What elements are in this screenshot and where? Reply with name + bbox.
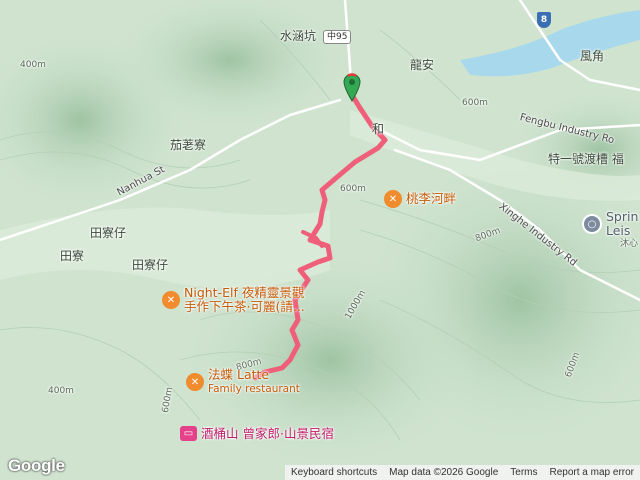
route-shield: 中95 [323,30,352,44]
contour-label: 600m [340,184,366,194]
poi-fadie-line1: 法蝶 Latte [208,367,270,382]
poi-nightelf[interactable]: ✕ Night-Elf 夜精靈景觀 手作下午茶·可麗(請... [162,286,305,314]
poi-nightelf-line1: Night-Elf 夜精靈景觀 [184,285,305,300]
place-he: 和 [372,122,385,136]
poi-taoli-label: 桃李河畔 [406,191,457,206]
terms-link[interactable]: Terms [504,467,543,478]
poi-jiutong[interactable]: ▭ 酒桶山 曾家郎·山景民宿 [180,426,334,441]
contour-label: 600m [462,98,488,108]
place-xinxin: 沐心 [620,239,639,249]
poi-spring-line1: Sprin [606,209,639,224]
poi-nightelf-line2: 手作下午茶·可麗(請... [184,299,305,314]
map-footer: Keyboard shortcuts Map data ©2026 Google… [284,465,640,480]
place-longan: 龍安 [410,58,435,72]
poi-spring[interactable]: ○ Sprin Leis [582,210,638,238]
poi-fadie[interactable]: ✕ 法蝶 Latte Family restaurant [186,368,300,396]
keyboard-shortcuts-link[interactable]: Keyboard shortcuts [285,467,383,478]
place-tianliao: 田寮 [60,249,85,263]
poi-taoli[interactable]: ✕ 桃李河畔 [384,190,456,208]
map-data-attribution: Map data ©2026 Google [389,467,499,478]
lodging-icon: ▭ [180,426,197,441]
place-te-yihao: 特一號渡槽 福 [548,152,624,166]
highway-shield-icon: 8 [537,12,551,28]
restaurant-icon: ✕ [384,190,402,208]
attraction-icon: ○ [582,214,602,234]
place-tianliaozai-1: 田寮仔 [90,226,127,240]
restaurant-icon: ✕ [186,373,204,391]
report-error-link[interactable]: Report a map error [544,467,640,478]
poi-jiutong-label: 酒桶山 曾家郎·山景民宿 [201,425,334,441]
contour-label: 400m [20,60,46,70]
poi-fadie-line2: Family restaurant [208,383,300,395]
place-tianliaozai-2: 田寮仔 [132,258,169,272]
restaurant-icon: ✕ [162,291,180,309]
location-pin-icon[interactable] [342,72,362,102]
place-shuihankeng: 水涵坑 [280,29,317,43]
place-fengjiao: 風角 [580,49,605,63]
contour-label: 400m [48,386,74,396]
google-logo: Google [8,456,65,475]
place-jiaoliliao: 茄荖寮 [170,138,207,152]
